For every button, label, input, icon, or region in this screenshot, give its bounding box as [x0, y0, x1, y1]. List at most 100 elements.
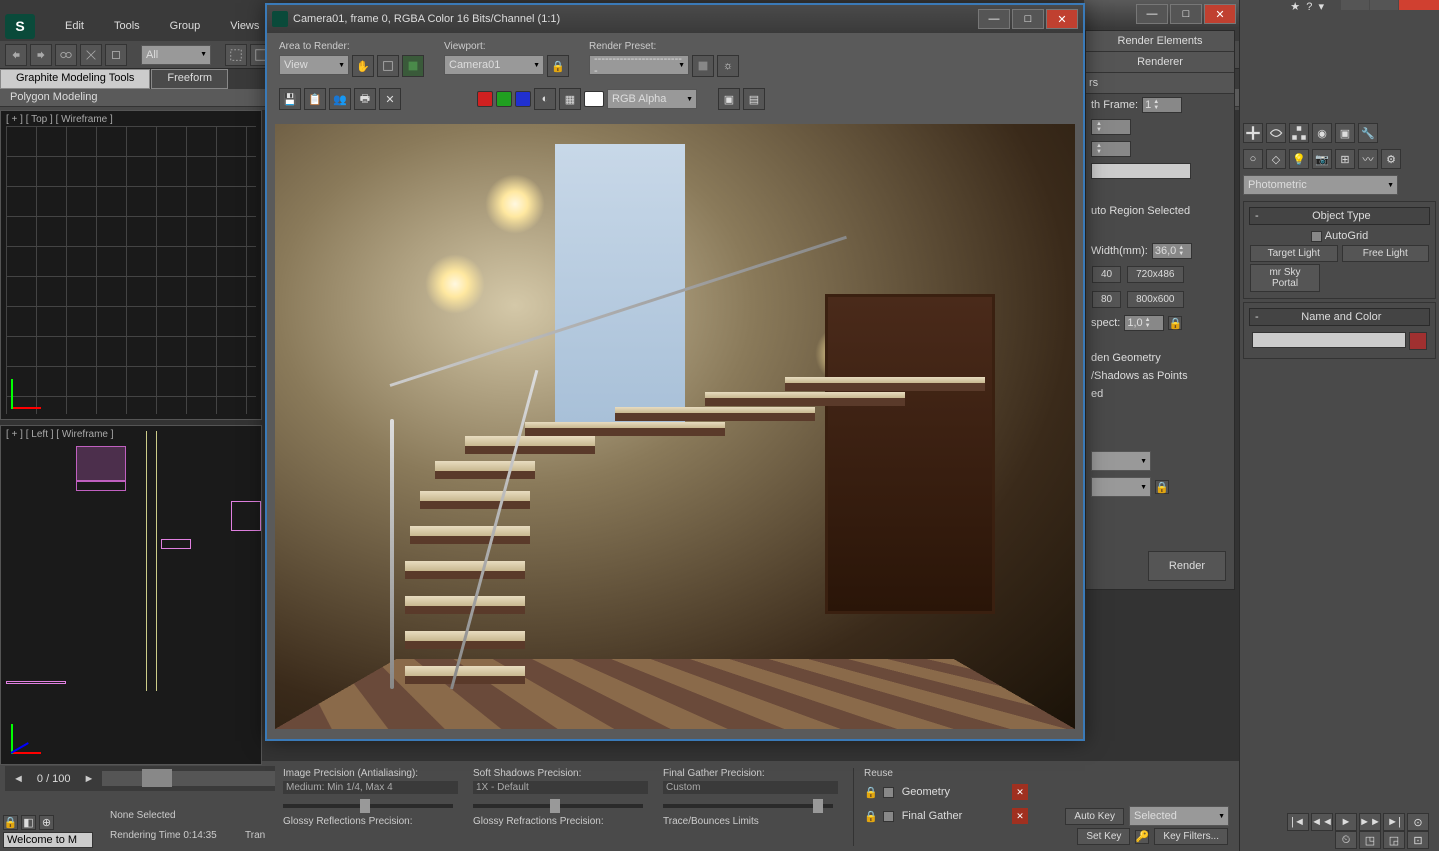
timeline-arrow-right[interactable]: ►	[76, 773, 103, 785]
link-icon[interactable]	[55, 44, 77, 66]
soft-shadows-slider[interactable]	[473, 804, 643, 808]
res-btn-1a[interactable]: 40	[1092, 266, 1121, 283]
selection-set-icon[interactable]: ◧	[21, 815, 36, 830]
maximize-icon[interactable]: □	[1012, 9, 1044, 29]
text-input-1[interactable]	[1091, 163, 1191, 179]
goto-end-icon[interactable]: ►|	[1383, 813, 1405, 831]
undo-icon[interactable]	[5, 44, 27, 66]
res-btn-2b[interactable]: 800x600	[1127, 291, 1183, 308]
minimize-icon[interactable]: —	[978, 9, 1010, 29]
alpha-channel-icon[interactable]: ◐	[534, 88, 556, 110]
axis-lock-icon[interactable]: ⊕	[39, 815, 54, 830]
shapes-cat-icon[interactable]: ◇	[1266, 149, 1286, 169]
nav-1-icon[interactable]: ◳	[1359, 831, 1381, 849]
time-slider-thumb[interactable]	[142, 769, 172, 787]
final-gather-slider[interactable]	[663, 804, 833, 808]
nth-frame-spinner[interactable]: 1▲▼	[1142, 97, 1182, 113]
geometry-cat-icon[interactable]: ○	[1243, 149, 1263, 169]
target-light-button[interactable]: Target Light	[1250, 245, 1338, 262]
object-type-header[interactable]: Object Type	[1312, 210, 1371, 222]
auto-region-icon[interactable]	[402, 55, 424, 77]
save-image-icon[interactable]: 💾	[279, 88, 301, 110]
aspect-lock-icon[interactable]: 🔒	[1168, 316, 1182, 330]
play-icon[interactable]: ►	[1335, 813, 1357, 831]
swatch-icon[interactable]	[584, 91, 604, 107]
viewport-dropdown[interactable]: Camera01	[444, 55, 544, 75]
next-frame-icon[interactable]: ►►	[1359, 813, 1381, 831]
redo-icon[interactable]	[30, 44, 52, 66]
delete-fg-icon[interactable]: ✕	[1012, 808, 1028, 824]
menu-edit[interactable]: Edit	[65, 20, 84, 32]
autogrid-checkbox[interactable]	[1311, 231, 1322, 242]
key-icon[interactable]: 🔑	[1135, 830, 1149, 844]
rendered-image[interactable]	[275, 124, 1075, 729]
delete-geometry-icon[interactable]: ✕	[1012, 784, 1028, 800]
render-setup-icon[interactable]	[692, 55, 714, 77]
tab-rs[interactable]: rs	[1086, 73, 1234, 94]
app-maximize-icon[interactable]	[1370, 0, 1398, 10]
green-channel-icon[interactable]	[496, 91, 512, 107]
lock-viewport-icon[interactable]: 🔒	[547, 55, 569, 77]
unlink-icon[interactable]	[80, 44, 102, 66]
area-to-render-dropdown[interactable]: View	[279, 55, 349, 75]
print-icon[interactable]: 🖶	[354, 88, 376, 110]
display-tab-icon[interactable]: ▣	[1335, 123, 1355, 143]
auto-key-button[interactable]: Auto Key	[1065, 808, 1124, 825]
tab-renderer[interactable]: Renderer	[1086, 52, 1234, 73]
utilities-tab-icon[interactable]: 🔧	[1358, 123, 1378, 143]
tab-graphite[interactable]: Graphite Modeling Tools	[0, 69, 150, 89]
menu-group[interactable]: Group	[170, 20, 201, 32]
toggle-overlay-icon[interactable]: ▤	[743, 88, 765, 110]
bg-maximize-icon[interactable]: □	[1170, 4, 1202, 24]
app-logo[interactable]: S	[5, 14, 35, 39]
spinner-1[interactable]: ▲▼	[1091, 119, 1131, 135]
time-config-icon[interactable]: ⏲	[1335, 831, 1357, 849]
app-close-icon[interactable]	[1399, 0, 1439, 10]
key-filters-button[interactable]: Key Filters...	[1154, 828, 1228, 845]
app-minimize-icon[interactable]	[1341, 0, 1369, 10]
modify-tab-icon[interactable]	[1266, 123, 1286, 143]
viewport-top[interactable]: [ + ] [ Top ] [ Wireframe ]	[0, 110, 262, 420]
region-icon[interactable]	[377, 55, 399, 77]
res-btn-2a[interactable]: 80	[1092, 291, 1121, 308]
selection-filter-dropdown[interactable]: All	[141, 45, 211, 65]
blue-channel-icon[interactable]	[515, 91, 531, 107]
lock-fg-icon[interactable]: 🔒	[864, 810, 878, 823]
helpers-cat-icon[interactable]: ⊞	[1335, 149, 1355, 169]
tab-render-elements[interactable]: Render Elements	[1086, 31, 1234, 52]
lock-selection-icon[interactable]: 🔒	[3, 815, 18, 830]
pan-icon[interactable]: ✋	[352, 55, 374, 77]
cameras-cat-icon[interactable]: 📷	[1312, 149, 1332, 169]
menu-views[interactable]: Views	[230, 20, 259, 32]
color-swatch[interactable]	[1409, 332, 1427, 350]
channel-display-dropdown[interactable]: RGB Alpha	[607, 89, 697, 109]
viewport-left[interactable]: [ + ] [ Left ] [ Wireframe ]	[0, 425, 262, 765]
bg-minimize-icon[interactable]: —	[1136, 4, 1168, 24]
clone-window-icon[interactable]: 👥	[329, 88, 351, 110]
viewport-top-label[interactable]: [ + ] [ Top ] [ Wireframe ]	[6, 114, 113, 125]
lock-small-icon[interactable]: 🔒	[1155, 480, 1169, 494]
key-mode-icon[interactable]: ⊙	[1407, 813, 1429, 831]
prompt-input[interactable]	[3, 832, 93, 848]
goto-start-icon[interactable]: |◄	[1287, 813, 1309, 831]
nav-2-icon[interactable]: ◲	[1383, 831, 1405, 849]
aspect-spinner[interactable]: 1,0▲▼	[1124, 315, 1164, 331]
width-spinner[interactable]: 36,0▲▼	[1152, 243, 1192, 259]
name-color-header[interactable]: Name and Color	[1301, 311, 1381, 323]
image-precision-slider[interactable]	[283, 804, 453, 808]
toggle-ui-icon[interactable]: ▣	[718, 88, 740, 110]
mono-channel-icon[interactable]: ▦	[559, 88, 581, 110]
clear-icon[interactable]: ✕	[379, 88, 401, 110]
tab-freeform[interactable]: Freeform	[151, 69, 228, 89]
subcategory-dropdown[interactable]: Photometric	[1243, 175, 1398, 195]
free-light-button[interactable]: Free Light	[1342, 245, 1430, 262]
spinner-2[interactable]: ▲▼	[1091, 141, 1131, 157]
help-icon[interactable]: ?	[1306, 1, 1312, 13]
nav-3-icon[interactable]: ⊡	[1407, 831, 1429, 849]
systems-cat-icon[interactable]: ⚙	[1381, 149, 1401, 169]
close-icon[interactable]: ✕	[1046, 9, 1078, 29]
viewport-left-label[interactable]: [ + ] [ Left ] [ Wireframe ]	[6, 429, 114, 440]
menu-tools[interactable]: Tools	[114, 20, 140, 32]
hierarchy-tab-icon[interactable]	[1289, 123, 1309, 143]
timeline-arrow-left[interactable]: ◄	[5, 773, 32, 785]
